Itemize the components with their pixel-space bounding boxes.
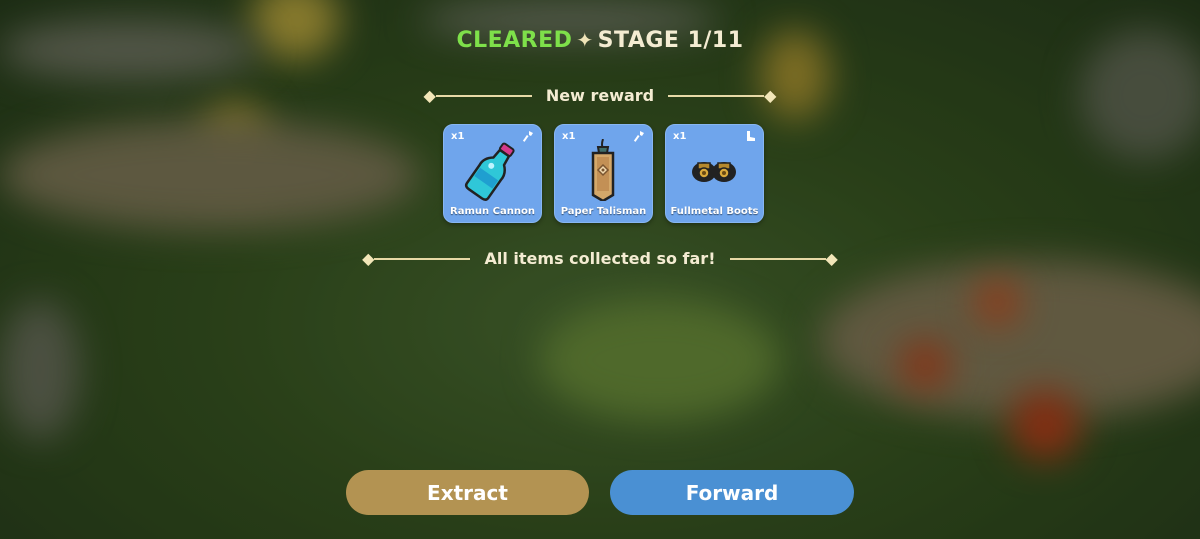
collected-label: All items collected so far! (484, 249, 716, 268)
game-screen: CLEARED ✦ STAGE 1/11 ◆ New reward ◆ x1 Ram… (0, 0, 1200, 539)
overlay-dim (0, 0, 1200, 539)
extract-button[interactable]: Extract (346, 470, 589, 515)
new-reward-label: New reward (545, 86, 655, 105)
stage-progress-label: STAGE 1/11 (597, 28, 744, 53)
collected-divider: ◆ All items collected so far! ◆ (0, 249, 1200, 268)
divider-line (374, 257, 471, 260)
reward-card[interactable]: x1 Fullmetal Boots (665, 124, 764, 223)
axe-icon (522, 131, 533, 142)
boot-type-icon (747, 131, 755, 141)
forward-button[interactable]: Forward (610, 470, 854, 515)
item-name: Fullmetal Boots (670, 206, 759, 217)
sparkle-icon: ✦ (576, 28, 594, 52)
divider-line (729, 257, 826, 260)
reward-list: x1 Ramun Cannon x1 Paper Talisman x1 Ful… (443, 124, 764, 223)
diamond-icon: ◆ (362, 248, 375, 268)
stage-result-title: CLEARED ✦ STAGE 1/11 (0, 28, 1200, 53)
bottle-icon (464, 142, 515, 201)
item-name: Ramun Cannon (450, 206, 535, 217)
reward-card[interactable]: x1 Ramun Cannon (443, 124, 542, 223)
divider-line (435, 94, 532, 97)
diamond-icon: ◆ (764, 85, 777, 105)
item-name: Paper Talisman (560, 206, 647, 217)
talisman-icon (591, 139, 615, 201)
diamond-icon: ◆ (825, 248, 838, 268)
cleared-label: CLEARED (456, 28, 573, 53)
diamond-icon: ◆ (423, 85, 436, 105)
new-reward-divider: ◆ New reward ◆ (0, 86, 1200, 105)
axe-icon (633, 131, 644, 142)
divider-line (668, 94, 765, 97)
reward-card[interactable]: x1 Paper Talisman (554, 124, 653, 223)
boots-icon (692, 162, 736, 182)
